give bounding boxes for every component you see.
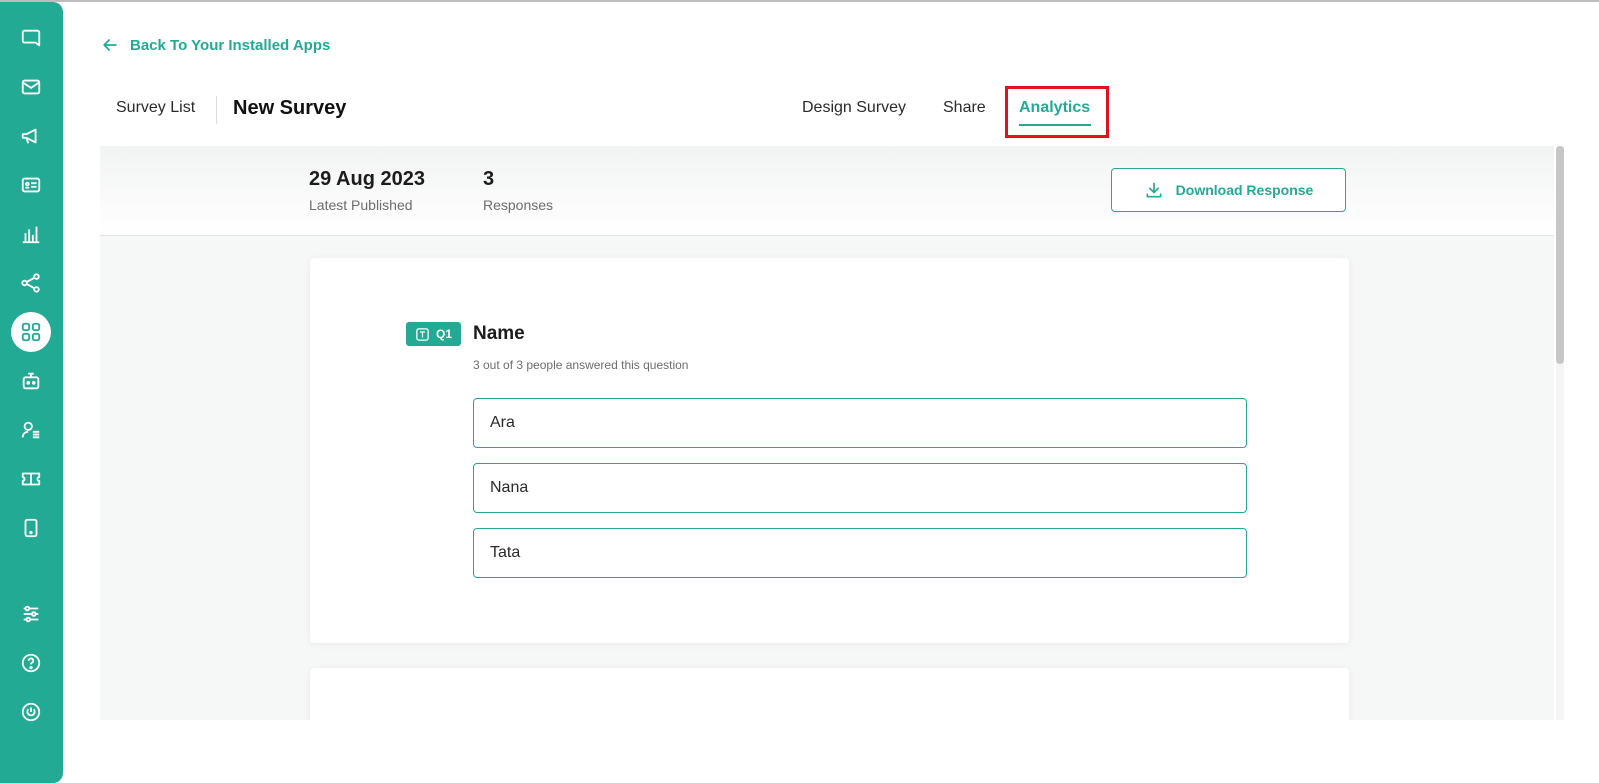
analytics-content: 29 Aug 2023 Latest Published 3 Responses… [100,146,1554,720]
bot-icon[interactable] [11,361,51,401]
back-to-installed-apps-link[interactable]: Back To Your Installed Apps [100,34,330,56]
responses-count: 3 [483,168,495,190]
power-icon[interactable] [11,692,51,732]
megaphone-icon[interactable] [11,116,51,156]
tab-share[interactable]: Share [943,99,986,117]
chat-icon[interactable] [11,18,51,58]
survey-list-link[interactable]: Survey List [116,99,195,117]
question-badge: Q1 [406,322,461,346]
back-link-label: Back To Your Installed Apps [130,36,331,54]
text-type-icon [416,327,429,341]
tab-design-survey[interactable]: Design Survey [802,99,906,117]
survey-title: New Survey [233,97,347,119]
contact-card-icon[interactable] [11,165,51,205]
question-card: Q1 Name 3 out of 3 people answered this … [310,258,1349,643]
download-response-button[interactable]: Download Response [1111,168,1346,212]
share-nodes-icon[interactable] [11,263,51,303]
user-list-icon[interactable] [11,410,51,450]
scrollbar-thumb[interactable] [1556,146,1564,364]
mobile-icon[interactable] [11,508,51,548]
next-question-card [310,668,1349,720]
window-top-border [0,0,1599,2]
answer-item: Ara [473,398,1247,448]
arrow-left-icon [103,39,117,51]
stats-bar: 29 Aug 2023 Latest Published 3 Responses… [100,146,1554,236]
apps-grid-icon[interactable] [11,312,51,352]
published-date: 29 Aug 2023 [309,168,425,190]
download-response-label: Download Response [1175,182,1314,198]
settings-sliders-icon[interactable] [11,594,51,634]
mail-icon[interactable] [11,67,51,107]
download-icon [1146,182,1162,198]
question-title: Name [473,323,525,344]
analytics-chart-icon[interactable] [11,214,51,254]
question-number: Q1 [435,327,452,341]
header-divider [216,96,217,124]
question-answered-count: 3 out of 3 people answered this question [473,358,689,372]
analytics-highlight-box [1005,86,1109,138]
published-label: Latest Published [309,197,413,213]
ticket-icon[interactable] [11,459,51,499]
help-icon[interactable] [11,643,51,683]
answer-item: Nana [473,463,1247,513]
responses-label: Responses [483,197,554,213]
sidebar [0,2,63,783]
answer-item: Tata [473,528,1247,578]
